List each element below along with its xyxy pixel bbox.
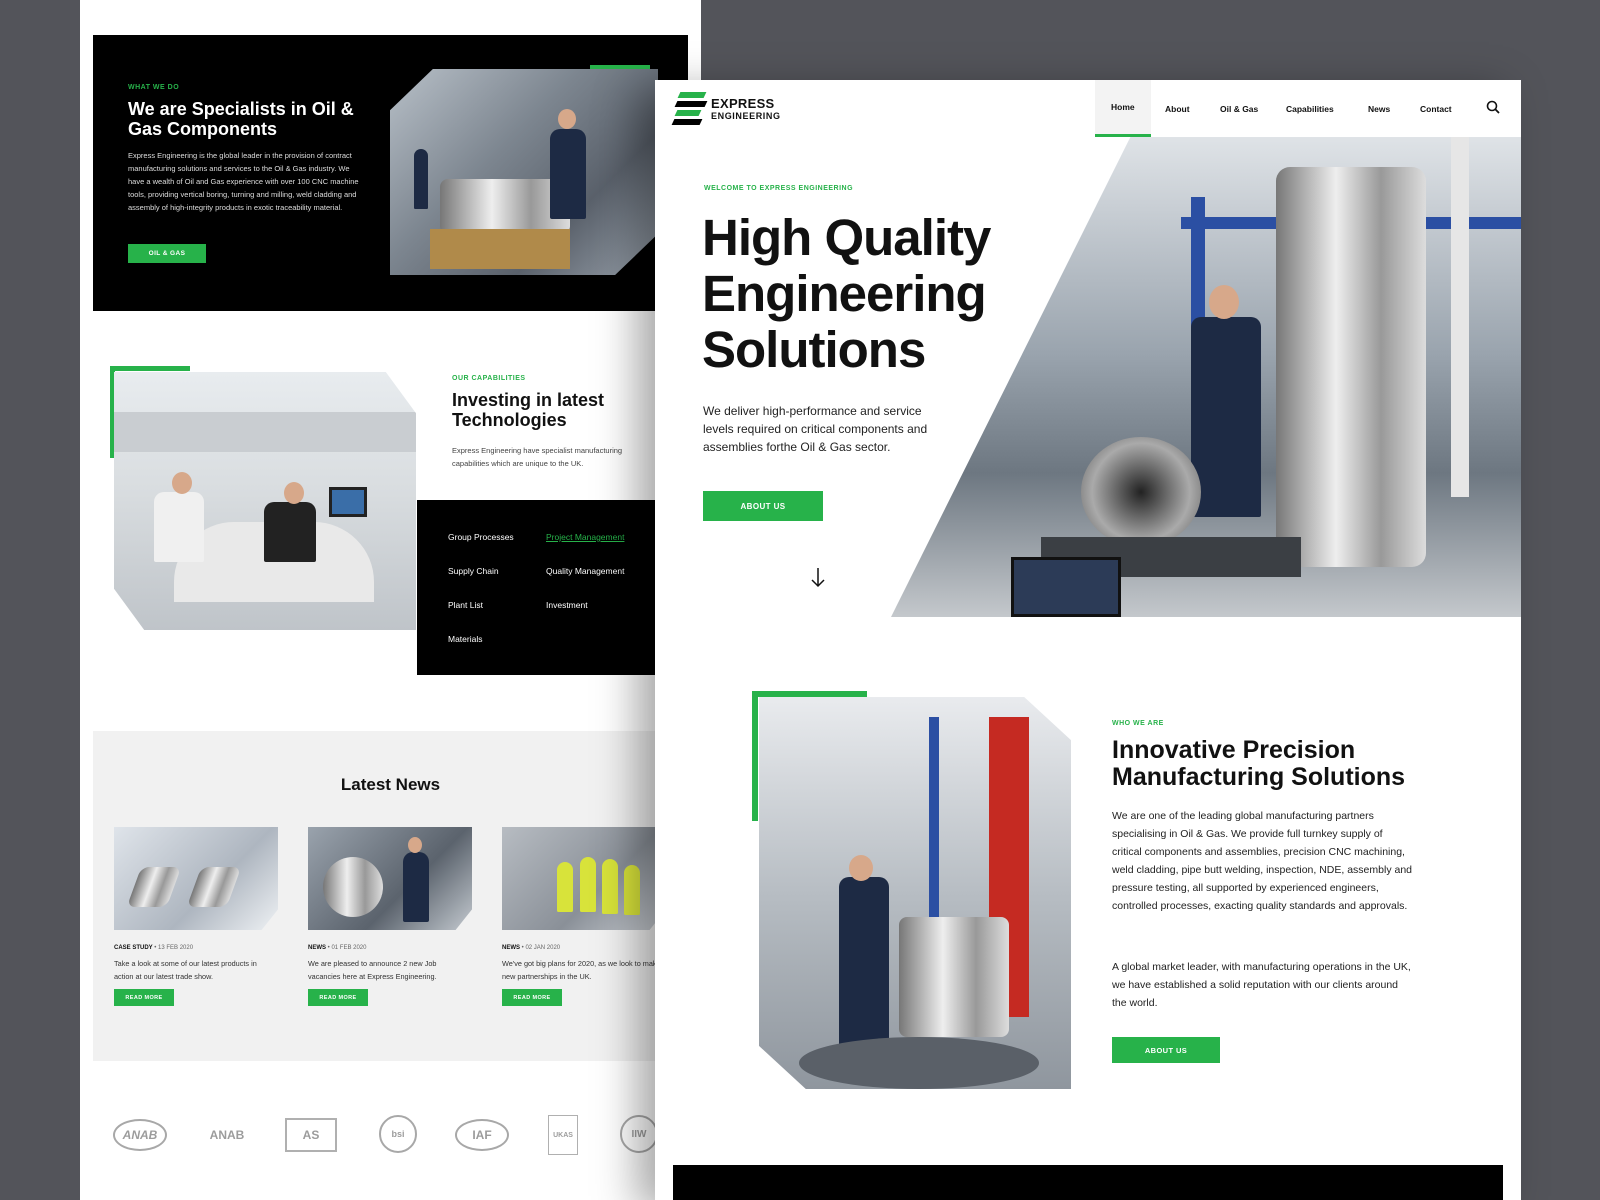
- front-page-mockup: EXPRESS ENGINEERING Home About Oil & Gas…: [655, 80, 1521, 1200]
- news-card: CASE STUDY • 13 FEB 2020 Take a look at …: [114, 827, 278, 1006]
- menu-group-processes[interactable]: Group Processes: [448, 532, 514, 542]
- anab-logo: ANAB: [209, 1128, 245, 1142]
- news-meta: NEWS • 01 FEB 2020: [308, 945, 367, 951]
- news-meta: NEWS • 02 JAN 2020: [502, 945, 561, 951]
- nav-contact[interactable]: Contact: [1420, 80, 1452, 137]
- welder-photo: [759, 697, 1071, 1089]
- news-thumbnail: [308, 827, 472, 930]
- who-we-are-title: Innovative Precision Manufacturing Solut…: [1112, 736, 1406, 791]
- nav-home[interactable]: Home: [1095, 80, 1151, 137]
- as-logo: AS: [285, 1118, 337, 1152]
- what-we-do-section: WHAT WE DO We are Specialists in Oil & G…: [93, 35, 688, 311]
- menu-supply-chain[interactable]: Supply Chain: [448, 566, 499, 576]
- news-date: 01 FEB 2020: [331, 945, 367, 951]
- news-tag: CASE STUDY: [114, 945, 153, 951]
- main-navbar: EXPRESS ENGINEERING Home About Oil & Gas…: [655, 80, 1521, 137]
- brand-name-line2: ENGINEERING: [711, 111, 781, 121]
- news-text: We've got big plans for 2020, as we look…: [502, 959, 661, 981]
- anab-logo: ANAB: [113, 1119, 167, 1151]
- menu-investment[interactable]: Investment: [546, 600, 588, 610]
- hero-subtitle: We deliver high-performance and service …: [703, 404, 928, 454]
- news-meta: CASE STUDY • 13 FEB 2020: [114, 945, 194, 951]
- what-we-do-eyebrow: WHAT WE DO: [128, 84, 180, 91]
- menu-project-management[interactable]: Project Management: [546, 532, 624, 542]
- read-more-button[interactable]: READ MORE: [308, 989, 368, 1006]
- news-date: 13 FEB 2020: [158, 945, 194, 951]
- nav-capabilities[interactable]: Capabilities: [1286, 80, 1334, 137]
- what-we-do-title: We are Specialists in Oil & Gas Componen…: [128, 99, 354, 139]
- nav-news[interactable]: News: [1368, 80, 1390, 137]
- news-date: 02 JAN 2020: [525, 945, 561, 951]
- nav-oil-gas[interactable]: Oil & Gas: [1220, 80, 1258, 137]
- who-we-are-eyebrow: WHO WE ARE: [1112, 720, 1164, 727]
- capabilities-eyebrow: OUR CAPABILITIES: [452, 375, 526, 382]
- read-more-button[interactable]: READ MORE: [114, 989, 174, 1006]
- latest-news-section: Latest News CASE STUDY • 13 FEB 2020 Tak…: [93, 731, 701, 1061]
- office-photo: [114, 372, 416, 630]
- search-icon[interactable]: [1486, 100, 1500, 114]
- arrow-down-icon[interactable]: [808, 566, 828, 590]
- latest-news-title: Latest News: [340, 775, 441, 794]
- accreditation-logos: ANAB ANAB AS bsi IAF UKAS IIW: [113, 1115, 693, 1155]
- hero-title: High Quality Engineering Solutions: [702, 209, 991, 378]
- news-thumbnail: [502, 827, 666, 930]
- news-tag: NEWS: [308, 945, 326, 951]
- brand-name-line1: EXPRESS: [711, 96, 775, 111]
- news-text: We are pleased to announce 2 new Job vac…: [308, 959, 437, 981]
- brand-mark-icon: [671, 92, 708, 128]
- brand-logo[interactable]: EXPRESS ENGINEERING: [671, 92, 781, 128]
- news-text: Take a look at some of our latest produc…: [114, 959, 257, 981]
- hero-eyebrow: WELCOME TO EXPRESS ENGINEERING: [704, 185, 854, 192]
- hero-about-us-button[interactable]: ABOUT US: [703, 491, 823, 521]
- menu-materials[interactable]: Materials: [448, 634, 482, 644]
- ukas-logo: UKAS: [548, 1115, 578, 1155]
- machinist-photo: [390, 69, 658, 275]
- read-more-button[interactable]: READ MORE: [502, 989, 562, 1006]
- who-we-are-paragraph-1: We are one of the leading global manufac…: [1112, 810, 1413, 912]
- news-tag: NEWS: [502, 945, 520, 951]
- news-card: NEWS • 01 FEB 2020 We are pleased to ann…: [308, 827, 472, 1006]
- who-we-are-paragraph-2: A global market leader, with manufacturi…: [1112, 961, 1411, 1009]
- nav-about[interactable]: About: [1165, 80, 1190, 137]
- iiw-logo: IIW: [620, 1115, 658, 1153]
- back-page-mockup: WHAT WE DO We are Specialists in Oil & G…: [80, 0, 701, 1200]
- news-thumbnail: [114, 827, 278, 930]
- iaf-logo: IAF: [455, 1119, 509, 1151]
- footer-band: [673, 1165, 1503, 1200]
- news-card: NEWS • 02 JAN 2020 We've got big plans f…: [502, 827, 666, 1006]
- menu-quality-management[interactable]: Quality Management: [546, 566, 624, 576]
- who-we-are-about-us-button[interactable]: ABOUT US: [1112, 1037, 1220, 1063]
- capabilities-body: Express Engineering have specialist manu…: [452, 446, 623, 468]
- capabilities-title: Investing in latest Technologies: [452, 390, 605, 430]
- menu-plant-list[interactable]: Plant List: [448, 600, 483, 610]
- what-we-do-body: Express Engineering is the global leader…: [128, 151, 359, 212]
- oil-gas-button[interactable]: OIL & GAS: [128, 244, 206, 263]
- bsi-logo: bsi: [379, 1115, 417, 1153]
